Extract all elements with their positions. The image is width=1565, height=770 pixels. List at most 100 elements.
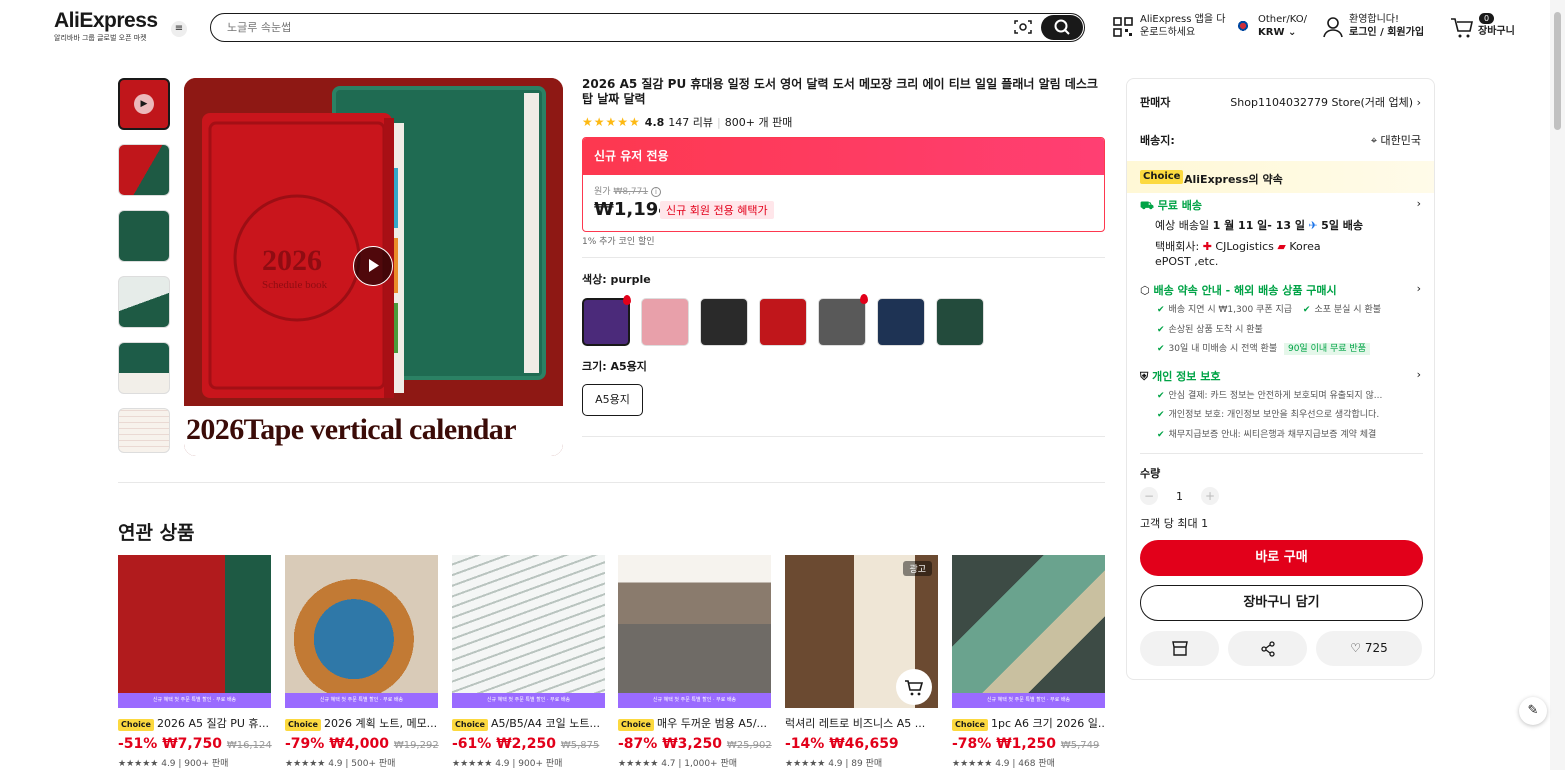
thumbnail-image[interactable]	[118, 144, 170, 196]
location-pin-icon: ⌖	[1370, 134, 1378, 147]
divider	[582, 257, 1105, 258]
product-card[interactable]: 신규 혜택 첫 주문 특별 할인 · 무료 배송 Choice 2026 계획 노…	[285, 555, 439, 769]
cart-label: 장바구니	[1478, 26, 1515, 37]
swatch-black[interactable]	[700, 298, 748, 346]
increase-button[interactable]: +	[1201, 487, 1219, 505]
swatch-purple[interactable]	[582, 295, 631, 346]
brand-tagline: 알리바바 그룹 글로벌 오픈 마켓	[54, 34, 147, 42]
thumbnail-image[interactable]	[118, 210, 170, 262]
product-card[interactable]: 신규 혜택 첫 주문 특별 할인 · 무료 배송 Choice A5/B5/A4 …	[452, 555, 605, 769]
overseas-1: 배송 지연 시 ₩1,300 쿠폰 지급	[1168, 305, 1293, 315]
swatch-green[interactable]	[936, 298, 984, 346]
korea-post-icon: ▰	[1277, 240, 1286, 253]
play-icon	[369, 259, 379, 272]
star-rating-icon: ★★★★★	[285, 759, 326, 769]
thumbnail-image[interactable]	[118, 408, 170, 453]
main-product-image[interactable]: 2026 Schedule book 2026Tape vertical cal…	[184, 78, 563, 456]
swatch-navy[interactable]	[877, 298, 925, 346]
size-option-a5[interactable]: A5용지	[582, 384, 643, 416]
coin-discount-note: 1% 추가 코인 할인	[582, 237, 655, 247]
chevron-right-icon: ›	[1416, 197, 1421, 210]
scrollbar-thumb[interactable]	[1554, 12, 1561, 130]
product-card[interactable]: 광고 럭셔리 레트로 비즈니스 A5 ... -14% ₩46,659 ★★★★…	[785, 555, 938, 769]
welcome-text: 환영합니다!	[1349, 14, 1400, 25]
free-shipping-row[interactable]: ⛟ 무료 배송 ›	[1140, 197, 1421, 214]
price: ₩4,000	[329, 736, 389, 752]
decrease-button[interactable]: −	[1140, 487, 1158, 505]
cart-icon	[1451, 18, 1473, 38]
purchase-panel: 판매자 Shop1104032779 Store(거래 업체) › 배송지: ⌖…	[1126, 78, 1435, 680]
star-rating-icon: ★★★★★	[618, 759, 659, 769]
product-card[interactable]: 신규 혜택 첫 주문 특별 할인 · 무료 배송 Choice 매우 두꺼운 범용…	[618, 555, 772, 769]
app-download-line2: 운로드하세요	[1140, 27, 1196, 38]
add-to-cart-button[interactable]: 장바구니 담기	[1140, 585, 1423, 621]
swatch-pink[interactable]	[641, 298, 689, 346]
search-input[interactable]	[227, 18, 987, 37]
wishlist-button[interactable]: ♡ 725	[1316, 631, 1422, 666]
price-banner: 신규 유저 전용	[583, 138, 1104, 175]
thumbnail-video[interactable]: ▶	[118, 78, 170, 130]
privacy-title: 개인 정보 보호	[1152, 370, 1221, 383]
buy-now-button[interactable]: 바로 구매	[1140, 540, 1423, 576]
thumbnail-image[interactable]	[118, 342, 170, 394]
price: ₩1,250	[996, 736, 1056, 752]
price-box: 신규 유저 전용 원가 ₩8,771 i ₩1,194 신규 회원 전용 혜택가	[582, 137, 1105, 232]
rating-value: 4.8	[644, 115, 665, 129]
edit-icon[interactable]: ✎	[1519, 697, 1547, 725]
quantity-value[interactable]: 1	[1176, 490, 1183, 503]
locale-lang: Other/KO/	[1258, 14, 1308, 25]
product-card-image: 신규 혜택 첫 주문 특별 할인 · 무료 배송	[952, 555, 1105, 708]
original-price-label: 원가	[594, 187, 611, 197]
aliexpress-logo[interactable]: AliExpress 알리바바 그룹 글로벌 오픈 마켓	[54, 10, 158, 43]
swatch-gray[interactable]	[818, 294, 868, 346]
chevron-right-icon: ›	[1416, 282, 1421, 295]
menu-icon[interactable]: ≡	[171, 21, 187, 37]
seller-name[interactable]: Shop1104032779 Store(거래 업체)	[1230, 96, 1413, 109]
quantity-label: 수량	[1140, 467, 1161, 480]
choice-badge: Choice	[285, 719, 321, 731]
search-icon	[1054, 19, 1070, 35]
video-play-button[interactable]	[353, 246, 393, 286]
login-link[interactable]: 로그인 / 회원가입	[1349, 26, 1424, 39]
divider	[1140, 453, 1423, 454]
eta-days: 5일 배송	[1321, 219, 1364, 232]
overseas-2: 소포 분실 시 환불	[1314, 305, 1382, 315]
promo-banner: 신규 혜택 첫 주문 특별 할인 · 무료 배송	[618, 693, 771, 708]
discount: -87%	[618, 736, 658, 752]
search-button[interactable]	[1041, 15, 1083, 40]
overseas-row[interactable]: ⬡ 배송 약속 안내 - 해외 배송 상품 구매시 ›	[1140, 282, 1421, 298]
price: ₩3,250	[662, 736, 722, 752]
swatch-red[interactable]	[759, 298, 807, 346]
locale-selector[interactable]: Other/KO/ KRW ⌄	[1236, 13, 1307, 39]
product-card-image: 신규 혜택 첫 주문 특별 할인 · 무료 배송	[118, 555, 271, 708]
cart[interactable]: 0 장바구니	[1450, 13, 1515, 38]
ship-to-row[interactable]: 배송지: ⌖ 대한민국	[1140, 132, 1421, 148]
rating-row: ★★★★★ 4.8 147 리뷰 | 800+ 개 판매	[582, 114, 793, 130]
store-button[interactable]	[1140, 631, 1219, 666]
price: ₩7,750	[162, 736, 222, 752]
cart-count-badge: 0	[1479, 13, 1495, 24]
product-card[interactable]: 신규 혜택 첫 주문 특별 할인 · 무료 배송 Choice 1pc A6 크기…	[952, 555, 1105, 769]
product-card-title: 2026 A5 질감 PU 휴...	[156, 717, 270, 730]
original-price: ₩19,292	[393, 740, 439, 751]
original-price: ₩16,124	[226, 740, 272, 751]
product-card[interactable]: 신규 혜택 첫 주문 특별 할인 · 무료 배송 Choice 2026 A5 질…	[118, 555, 272, 769]
carrier-row: 택배회사: ✚ CJLogistics ▰ Korea	[1155, 238, 1421, 254]
divider	[582, 436, 1105, 437]
review-count[interactable]: 147 리뷰	[668, 114, 713, 130]
product-card-image: 신규 혜택 첫 주문 특별 할인 · 무료 배송	[452, 555, 605, 708]
account[interactable]: 환영합니다! 로그인 / 회원가입	[1323, 13, 1424, 39]
app-download[interactable]: AliExpress 앱을 다 운로드하세요	[1113, 13, 1225, 39]
privacy-row[interactable]: ⛨ 개인 정보 보호 ›	[1140, 368, 1421, 384]
product-card-title: A5/B5/A4 코일 노트...	[490, 717, 600, 730]
scrollbar[interactable]	[1550, 0, 1565, 770]
discount: -79%	[285, 736, 325, 752]
add-to-cart-icon[interactable]	[896, 669, 932, 705]
image-search-icon[interactable]	[1014, 19, 1032, 35]
share-button[interactable]	[1228, 631, 1307, 666]
image-caption: 2026Tape vertical calendar	[184, 406, 563, 456]
info-icon[interactable]: i	[650, 187, 661, 197]
thumbnail-image[interactable]	[118, 276, 170, 328]
promise-text: AliExpress의 약속	[1184, 173, 1283, 186]
seller-row[interactable]: 판매자 Shop1104032779 Store(거래 업체) ›	[1140, 94, 1421, 110]
